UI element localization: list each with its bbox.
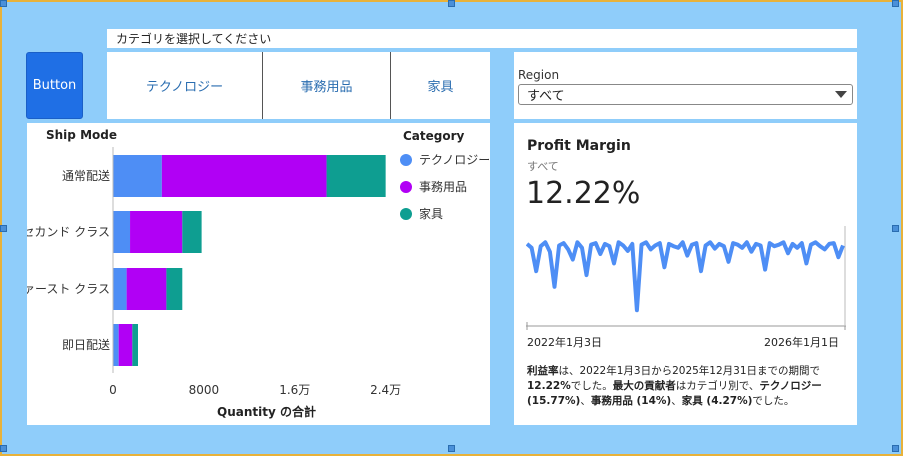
bar-segment[interactable] (113, 268, 127, 310)
narr-bold-6: 家具 (4.27%) (681, 395, 753, 407)
profit-margin-series-line[interactable] (526, 240, 845, 313)
narr-text-5: 、 (671, 395, 682, 407)
action-button[interactable]: Button (26, 52, 83, 119)
y-tick-label: セカンド クラス (27, 225, 110, 239)
resize-handle-middle-right[interactable] (892, 225, 899, 232)
legend-label: 事務用品 (419, 180, 467, 194)
x-tick-label: 0 (109, 383, 117, 397)
bar-segment[interactable] (166, 268, 183, 310)
x-tick-label: 8000 (189, 383, 220, 397)
chevron-down-icon (835, 91, 847, 98)
smart-narrative: 利益率は、2022年1月3日から2025年12月31日までの期間で12.22%で… (527, 364, 849, 409)
bar-segment[interactable] (113, 324, 119, 366)
legend-label: 家具 (419, 206, 443, 221)
x-tick-label: 1.6万 (279, 383, 310, 397)
legend-swatch (400, 208, 412, 220)
bar-segment[interactable] (113, 211, 131, 253)
date-end: 2026年1月1日 (764, 336, 839, 349)
narr-text-2: でした。 (570, 380, 613, 392)
tab-technology[interactable]: テクノロジー (107, 52, 263, 119)
narr-text-6: でした。 (752, 395, 795, 407)
legend-swatch (400, 181, 412, 193)
category-slicer: テクノロジー 事務用品 家具 (107, 52, 490, 119)
legend-title: Category (403, 129, 465, 143)
narr-bold-5: 事務用品 (14%) (590, 395, 672, 407)
legend-swatch (400, 154, 412, 166)
resize-handle-bottom-left[interactable] (0, 445, 7, 452)
y-axis-title: Ship Mode (46, 128, 117, 142)
profit-margin-subtitle: すべて (527, 160, 559, 173)
bar-segment[interactable] (161, 155, 327, 197)
region-value: すべて (527, 89, 565, 104)
resize-handle-bottom-center[interactable] (448, 445, 455, 452)
y-tick-label: 通常配送 (62, 168, 110, 183)
resize-handle-middle-left[interactable] (0, 225, 7, 232)
resize-handle-top-left[interactable] (0, 0, 7, 7)
legend-label: テクノロジー (419, 153, 490, 167)
narr-bold-2: 12.22% (527, 380, 571, 392)
profit-margin-title: Profit Margin (527, 138, 631, 154)
bar-chart-panel: Ship Mode Category Quantity の合計 通常配送セカンド… (27, 123, 490, 425)
tab-office-supplies[interactable]: 事務用品 (263, 52, 391, 119)
stacked-bar-chart: Ship Mode Category Quantity の合計 通常配送セカンド… (27, 128, 490, 419)
region-label: Region (518, 68, 560, 82)
resize-handle-bottom-right[interactable] (892, 445, 899, 452)
narr-bold-1: 利益率 (527, 365, 559, 377)
region-dropdown[interactable]: すべて (518, 84, 853, 105)
bar-segment[interactable] (126, 268, 167, 310)
bar-segment[interactable] (182, 211, 202, 253)
x-axis-title: Quantity の合計 (217, 404, 316, 419)
bar-segment[interactable] (118, 324, 133, 366)
narr-text-3: はカテゴリ別で、 (675, 380, 760, 392)
narr-text-1: は、2022年1月3日から2025年12月31日までの期間で (558, 365, 821, 377)
tab-furniture[interactable]: 家具 (391, 52, 490, 119)
profit-margin-value: 12.22% (526, 176, 641, 211)
date-start: 2022年1月3日 (527, 336, 602, 349)
bar-segment[interactable] (130, 211, 183, 253)
narr-bold-3: 最大の貢献者 (612, 380, 676, 392)
bar-segment[interactable] (326, 155, 386, 197)
category-prompt: カテゴリを選択してください (107, 29, 857, 48)
narr-text-4: 、 (580, 395, 591, 407)
resize-handle-top-center[interactable] (448, 0, 455, 7)
bar-segment[interactable] (132, 324, 138, 366)
y-tick-label: 即日配送 (62, 337, 110, 352)
y-tick-label: ファースト クラス (27, 282, 110, 296)
resize-handle-top-right[interactable] (892, 0, 899, 7)
bar-segment[interactable] (113, 155, 162, 197)
x-tick-label: 2.4万 (370, 383, 401, 397)
profit-margin-line-chart (526, 226, 846, 330)
